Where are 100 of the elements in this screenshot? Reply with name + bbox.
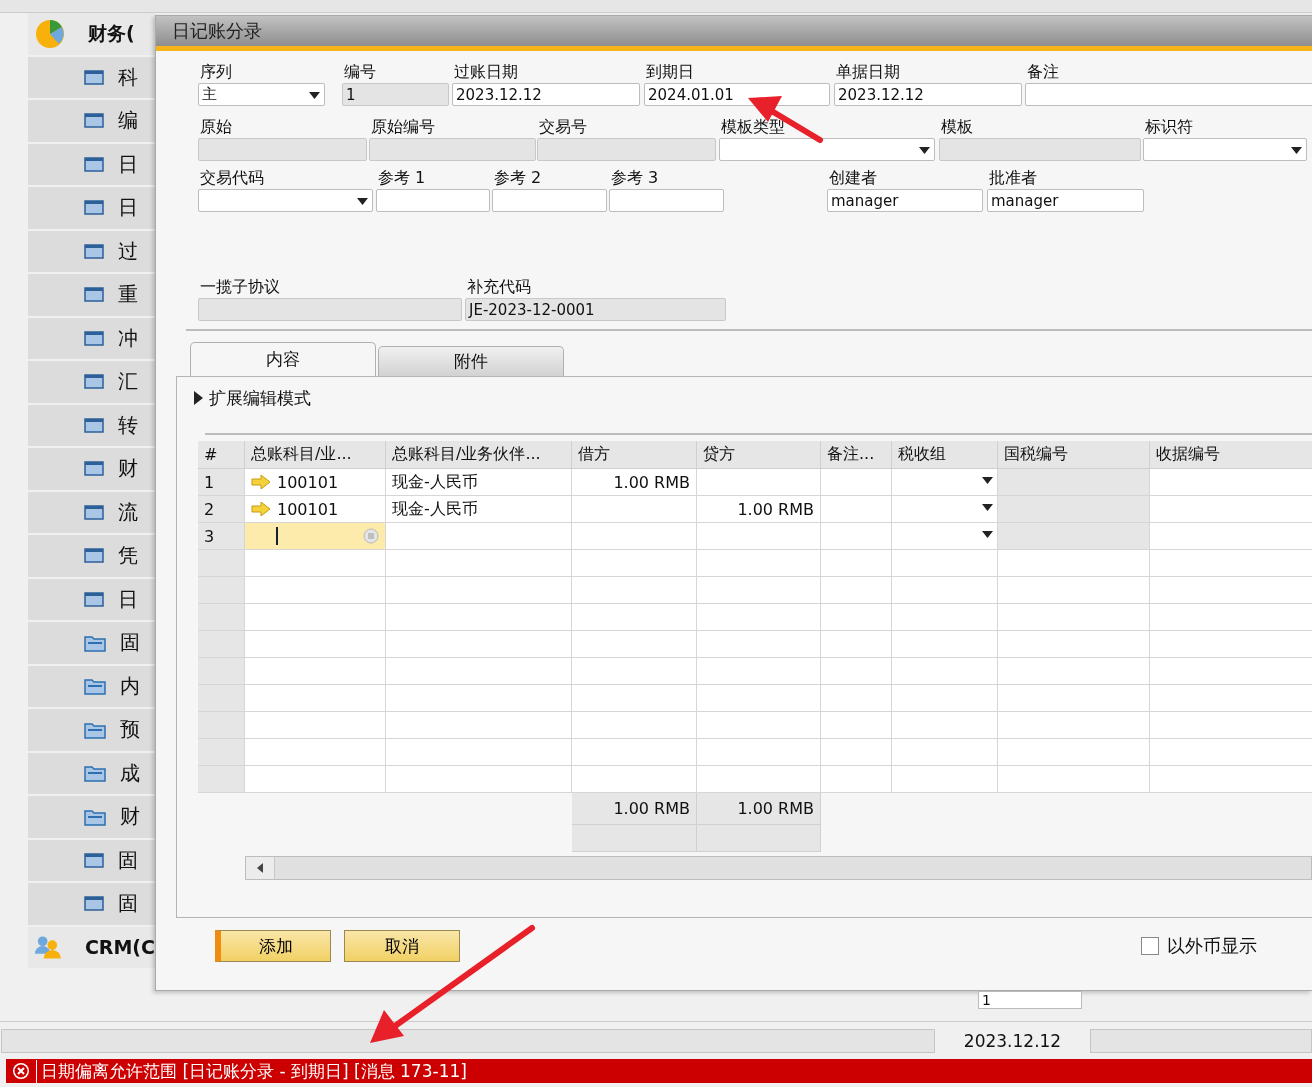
dropdown-caret-icon [357,198,368,205]
dialog-button[interactable]: 添加 [215,930,331,962]
menu-item[interactable]: 日 [118,585,138,613]
expand-toggle[interactable]: 扩展编辑模式 [209,386,311,410]
menu-item[interactable]: 日 [118,150,138,178]
window-icon [84,69,104,85]
field-label: 单据日期 [835,61,901,83]
text-cursor [276,527,278,545]
dropdown-field[interactable] [1143,138,1307,161]
tab[interactable]: 内容 [190,342,376,376]
checkbox-label[interactable]: 以外币显示 [1167,934,1257,958]
table-cell[interactable] [892,469,998,496]
window-icon [84,287,104,303]
input-field[interactable] [609,189,724,212]
menu-item[interactable]: 日 [118,194,138,222]
field-label: 标识符 [1144,116,1194,138]
table-cell [821,631,892,658]
row-number [198,766,245,793]
window-icon [84,591,104,607]
link-arrow-icon[interactable] [251,502,271,516]
table-cell: 1.00 RMB [697,496,821,523]
table-cell[interactable]: 100101 [245,496,386,523]
input-field[interactable]: manager [987,189,1144,212]
table-cell [821,550,892,577]
menu-item[interactable]: 预 [120,716,140,744]
menu-item[interactable]: 转 [118,411,138,439]
dialog-button[interactable]: 取消 [344,930,460,962]
input-field[interactable]: 2024.01.01 [644,83,830,106]
table-cell[interactable] [892,496,998,523]
column-header[interactable]: 总账科目/业务伙伴... [386,441,572,469]
table-cell: 现金-人民币 [386,469,572,496]
input-field[interactable]: 2023.12.12 [452,83,640,106]
field-label: 备注 [1026,61,1060,83]
window-title: 日记账分录 [172,19,262,43]
input-field[interactable]: manager [827,189,983,212]
menu-item[interactable]: 汇 [118,368,138,396]
menu-item[interactable]: 固 [118,890,138,918]
status-date: 2023.12.12 [962,1031,1063,1051]
column-header[interactable]: 备注... [821,441,892,469]
scroll-left-icon[interactable] [257,863,263,873]
dropdown-caret-icon [982,531,993,538]
menu-item[interactable]: 凭 [118,542,138,570]
dropdown-field[interactable] [198,189,373,212]
row-number [198,685,245,712]
folder-icon [84,807,106,826]
menu-item[interactable]: 科 [118,63,138,91]
column-header[interactable]: 总账科目/业... [245,441,386,469]
column-header[interactable]: 税收组 [892,441,998,469]
table-cell[interactable]: 100101 [245,469,386,496]
column-header[interactable]: # [198,441,245,469]
column-header[interactable]: 收据编号 [1150,441,1312,469]
people-icon [34,934,63,961]
dropdown-field[interactable]: 主 [198,83,325,106]
dropdown-caret-icon [982,504,993,511]
tab[interactable]: 附件 [378,346,564,376]
folder-icon [84,677,106,696]
table-cell[interactable] [892,523,998,550]
checkbox[interactable] [1141,937,1159,955]
menu-item[interactable]: 流 [118,498,138,526]
field-label: 序列 [199,61,233,83]
column-header[interactable]: 贷方 [697,441,821,469]
folder-icon [84,720,106,739]
menu-item[interactable]: 重 [118,281,138,309]
dropdown-caret-icon [982,477,993,484]
field-label: 原始编号 [370,116,436,138]
table-cell [821,577,892,604]
window-icon [84,417,104,433]
menu-item[interactable]: 成 [120,759,140,787]
menu-item[interactable]: 财 [118,455,138,483]
input-field[interactable] [1025,83,1312,106]
row-number [198,658,245,685]
dropdown-caret-icon [309,92,320,99]
menu-item[interactable]: 冲 [118,324,138,352]
column-header[interactable]: 借方 [572,441,697,469]
input-field[interactable]: 1 [978,991,1082,1009]
menu-item[interactable]: 财 [120,803,140,831]
input-field[interactable] [376,189,490,212]
dropdown-field[interactable] [719,138,935,161]
table-cell[interactable] [245,523,386,550]
menu-item[interactable]: 编 [118,107,138,135]
menu-item[interactable]: 固 [118,846,138,874]
field-label: 到期日 [645,61,695,83]
table-cell [821,469,892,496]
menu-item[interactable]: 内 [120,672,140,700]
field-label: 原始 [199,116,233,138]
input-field[interactable] [492,189,607,212]
row-number [198,577,245,604]
field-label: 交易号 [538,116,588,138]
horizontal-scrollbar[interactable] [245,856,1312,880]
menu-item[interactable]: 固 [120,629,140,657]
column-header[interactable]: 国税编号 [998,441,1150,469]
input-field[interactable]: 2023.12.12 [834,83,1022,106]
account-code: 100101 [277,499,339,519]
link-arrow-icon[interactable] [251,475,271,489]
folder-icon [84,633,106,652]
dropdown-caret-icon [1291,147,1302,154]
menu-item[interactable]: 过 [118,237,138,265]
list-icon[interactable] [363,528,379,544]
total-cell: 1.00 RMB [697,793,821,825]
expand-triangle-icon[interactable] [194,391,203,405]
